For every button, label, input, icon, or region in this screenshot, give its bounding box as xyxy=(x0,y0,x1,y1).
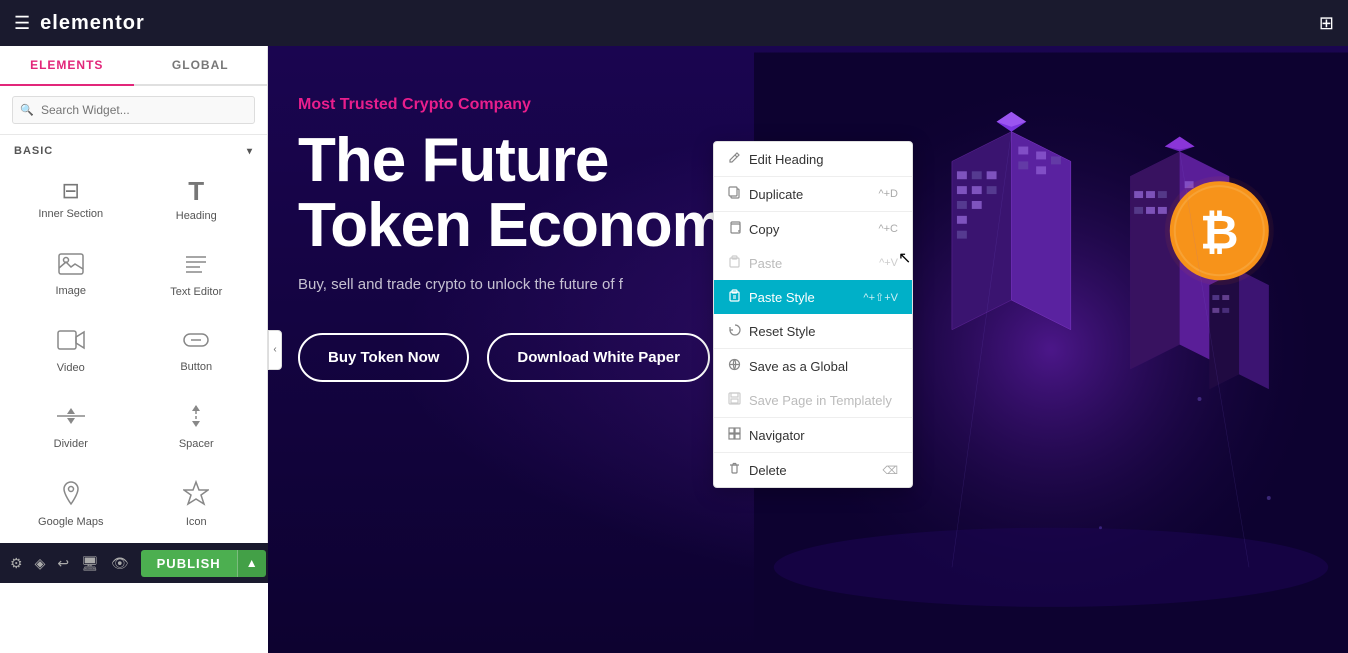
ctx-copy[interactable]: Copy ^+C xyxy=(714,212,912,246)
sub-text: Buy, sell and trade crypto to unlock the… xyxy=(298,276,738,293)
widget-button[interactable]: Button xyxy=(134,313,260,389)
widget-label-divider: Divider xyxy=(54,438,88,450)
buy-token-button[interactable]: Buy Token Now xyxy=(298,333,469,382)
paste-icon xyxy=(728,255,741,271)
widget-icon[interactable]: Icon xyxy=(134,465,260,543)
icon-icon xyxy=(183,480,209,510)
duplicate-icon xyxy=(728,186,741,202)
widget-label-inner-section: Inner Section xyxy=(38,208,103,220)
settings-icon[interactable]: ⚙ xyxy=(10,555,23,572)
copy-icon xyxy=(728,221,741,237)
widget-google-maps[interactable]: Google Maps xyxy=(8,465,134,543)
sidebar: ELEMENTS GLOBAL 🔍 BASIC ▾ Inner Section xyxy=(0,46,268,543)
hamburger-icon[interactable]: ☰ xyxy=(14,13,30,34)
ctx-paste[interactable]: Paste ^+V xyxy=(714,246,912,280)
divider-icon xyxy=(57,404,85,432)
widget-heading[interactable]: T Heading xyxy=(134,163,260,237)
canvas: ₿ Most Trusted Crypto Company The Future… xyxy=(268,46,1348,653)
widget-inner-section[interactable]: Inner Section xyxy=(8,163,134,237)
reset-icon xyxy=(728,323,741,339)
trash-icon xyxy=(728,462,741,478)
widget-video[interactable]: Video xyxy=(8,313,134,389)
save-template-icon xyxy=(728,392,741,408)
download-whitepaper-button[interactable]: Download White Paper xyxy=(487,333,710,382)
widget-label-spacer: Spacer xyxy=(179,438,214,450)
edit-icon xyxy=(728,151,741,167)
widget-grid: Inner Section T Heading Image xyxy=(0,163,267,543)
widget-label-image: Image xyxy=(55,285,86,297)
paste-style-icon xyxy=(728,289,741,305)
widget-label-text-editor: Text Editor xyxy=(170,286,222,298)
bottom-bar: ⚙ ◈ ↩ 🖥 👁 PUBLISH ▲ xyxy=(0,543,268,583)
ctx-save-template[interactable]: Save Page in Templately xyxy=(714,383,912,417)
ctx-delete[interactable]: Delete ⌫ xyxy=(714,453,912,487)
ctx-duplicate[interactable]: Duplicate ^+D xyxy=(714,177,912,211)
layers-icon[interactable]: ◈ xyxy=(35,555,46,572)
main-layout: ELEMENTS GLOBAL 🔍 BASIC ▾ Inner Section xyxy=(0,46,1348,653)
widget-label-google-maps: Google Maps xyxy=(38,516,103,528)
sidebar-search-container: 🔍 xyxy=(0,86,267,135)
publish-button[interactable]: PUBLISH xyxy=(141,550,237,577)
ctx-paste-style[interactable]: Paste Style ^+⇧+V xyxy=(714,280,912,314)
ctx-reset-style[interactable]: Reset Style xyxy=(714,314,912,348)
heading-icon: T xyxy=(188,178,204,204)
ctx-edit-heading[interactable]: Edit Heading xyxy=(714,142,912,176)
widget-text-editor[interactable]: Text Editor xyxy=(134,237,260,313)
eye-icon[interactable]: 👁 xyxy=(111,555,129,572)
global-icon xyxy=(728,358,741,374)
elementor-logo: elementor xyxy=(40,12,145,35)
section-label-basic: BASIC ▾ xyxy=(0,135,267,163)
spacer-icon xyxy=(182,404,210,432)
chevron-down-icon: ▾ xyxy=(247,146,253,157)
tab-global[interactable]: GLOBAL xyxy=(134,46,268,84)
top-bar: ☰ elementor ⊞ xyxy=(0,0,1348,46)
context-menu: Edit Heading Duplicate ^+D xyxy=(713,141,913,488)
widget-label-icon: Icon xyxy=(186,516,207,528)
search-input[interactable] xyxy=(12,96,255,124)
svg-text:₿: ₿ xyxy=(1200,207,1239,260)
widget-divider[interactable]: Divider xyxy=(8,389,134,465)
sidebar-collapse-handle[interactable]: ‹ xyxy=(268,330,282,370)
publish-group: PUBLISH ▲ xyxy=(141,550,266,577)
text-editor-icon xyxy=(182,252,210,280)
search-icon: 🔍 xyxy=(20,104,34,117)
widget-image[interactable]: Image xyxy=(8,237,134,313)
crypto-tag: Most Trusted Crypto Company xyxy=(298,96,940,114)
inner-section-icon xyxy=(62,180,80,202)
navigator-icon xyxy=(728,427,741,443)
sidebar-tabs: ELEMENTS GLOBAL xyxy=(0,46,267,86)
tab-elements[interactable]: ELEMENTS xyxy=(0,46,134,86)
publish-dropdown-button[interactable]: ▲ xyxy=(237,550,266,577)
image-icon xyxy=(58,253,84,279)
video-icon xyxy=(57,328,85,356)
widget-label-button: Button xyxy=(180,361,212,373)
widget-label-video: Video xyxy=(57,362,85,374)
widget-spacer[interactable]: Spacer xyxy=(134,389,260,465)
ctx-navigator[interactable]: Navigator xyxy=(714,418,912,452)
history-icon[interactable]: ↩ xyxy=(57,555,69,572)
ctx-save-global[interactable]: Save as a Global xyxy=(714,349,912,383)
google-maps-icon xyxy=(59,480,83,510)
grid-icon[interactable]: ⊞ xyxy=(1319,13,1334,34)
responsive-icon[interactable]: 🖥 xyxy=(81,555,99,572)
widget-label-heading: Heading xyxy=(176,210,217,222)
sidebar-panel: ELEMENTS GLOBAL 🔍 BASIC ▾ Inner Section xyxy=(0,46,268,653)
button-icon xyxy=(182,329,210,355)
